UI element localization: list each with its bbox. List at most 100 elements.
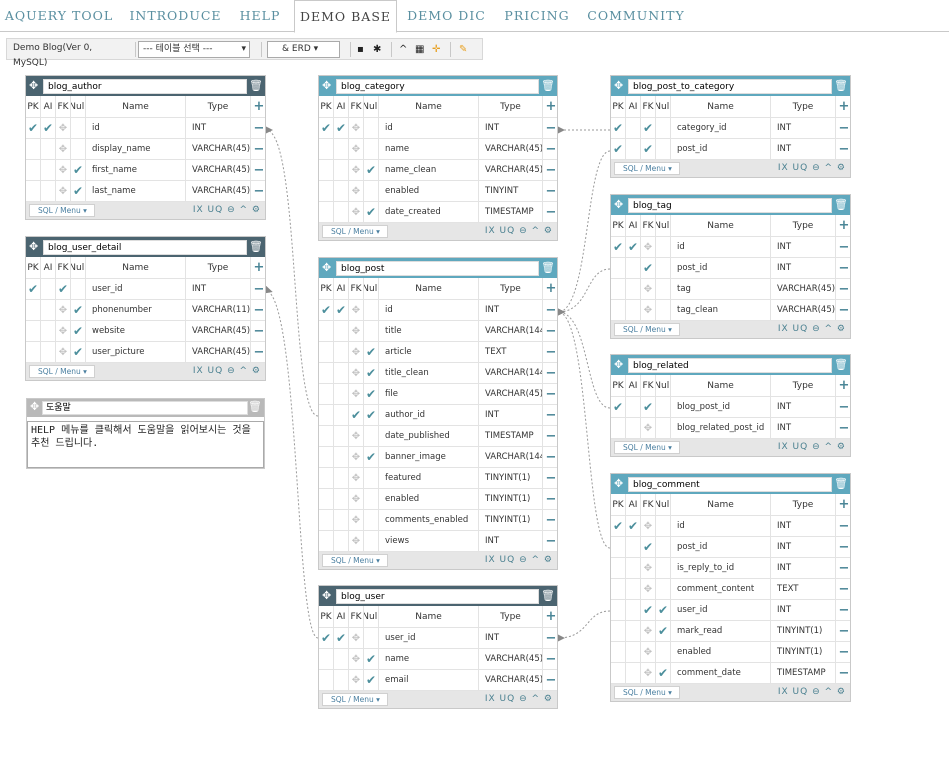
unique-icon[interactable]: UQ [208,366,224,376]
column-type[interactable]: VARCHAR(45) [479,139,543,159]
remove-column-icon[interactable]: − [836,139,852,159]
gear-icon[interactable]: ⚙ [837,324,846,334]
collapse-icon[interactable]: ^ [532,226,541,236]
primary-key-toggle[interactable] [611,663,626,683]
gear-icon[interactable]: ⚙ [544,226,553,236]
add-column-icon[interactable]: + [836,494,852,515]
sql-menu-button[interactable]: SQL / Menu ▾ [29,365,95,378]
index-icon[interactable]: IX [193,205,204,215]
foreign-key-toggle[interactable]: ✥ [56,181,71,201]
column-type[interactable]: VARCHAR(45) [479,649,543,669]
gear-icon[interactable]: ⚙ [252,205,261,215]
unique-icon[interactable]: UQ [793,324,809,334]
auto-increment-toggle[interactable] [334,510,349,530]
primary-key-toggle[interactable] [319,202,334,222]
primary-key-toggle[interactable] [26,160,41,180]
primary-key-toggle[interactable]: ✔ [26,279,41,299]
sql-menu-button[interactable]: SQL / Menu ▾ [29,204,95,217]
column-name[interactable]: website [86,321,186,341]
primary-key-toggle[interactable] [611,579,626,599]
remove-column-icon[interactable]: − [543,139,559,159]
comment-icon[interactable]: ⊖ [812,687,821,697]
remove-column-icon[interactable]: − [836,118,852,138]
auto-increment-toggle[interactable] [626,258,641,278]
index-icon[interactable]: IX [778,163,789,173]
nullable-toggle[interactable] [656,579,671,599]
table-name-field[interactable]: blog_tag [628,198,832,213]
index-icon[interactable]: IX [485,226,496,236]
remove-column-icon[interactable]: − [543,670,559,690]
table-name-field[interactable]: blog_user [336,589,539,604]
column-type[interactable]: INT [479,628,543,648]
sql-menu-button[interactable]: SQL / Menu ▾ [322,554,388,567]
gear-icon[interactable]: ⚙ [837,687,846,697]
auto-increment-toggle[interactable] [41,321,56,341]
comment-icon[interactable]: ⊖ [519,226,528,236]
remove-column-icon[interactable]: − [836,537,852,557]
foreign-key-toggle[interactable]: ✥ [349,670,364,690]
column-type[interactable]: VARCHAR(45) [186,160,251,180]
column-type[interactable]: VARCHAR(45) [479,670,543,690]
auto-increment-toggle[interactable] [41,342,56,362]
column-name[interactable]: author_id [379,405,479,425]
nullable-toggle[interactable]: ✔ [656,621,671,641]
column-name[interactable]: post_id [671,139,771,159]
remove-column-icon[interactable]: − [251,321,267,341]
foreign-key-toggle[interactable]: ✥ [56,139,71,159]
foreign-key-toggle[interactable]: ✥ [56,342,71,362]
primary-key-toggle[interactable]: ✔ [319,300,334,320]
column-type[interactable]: INT [771,600,836,620]
sql-menu-button[interactable]: SQL / Menu ▾ [614,686,680,699]
nullable-toggle[interactable] [71,139,86,159]
column-type[interactable]: TEXT [771,579,836,599]
auto-increment-toggle[interactable] [334,405,349,425]
foreign-key-toggle[interactable]: ✥ [56,300,71,320]
column-type[interactable]: INT [771,418,836,438]
primary-key-toggle[interactable] [319,649,334,669]
add-column-icon[interactable]: + [251,96,267,117]
remove-column-icon[interactable]: − [836,418,852,438]
primary-key-toggle[interactable] [611,258,626,278]
nullable-toggle[interactable] [656,300,671,320]
column-name[interactable]: date_created [379,202,479,222]
column-type[interactable]: TINYINT(1) [771,621,836,641]
primary-key-toggle[interactable] [611,558,626,578]
auto-increment-toggle[interactable] [41,160,56,180]
column-type[interactable]: INT [479,300,543,320]
comment-icon[interactable]: ⊖ [812,324,821,334]
foreign-key-toggle[interactable]: ✥ [349,160,364,180]
auto-increment-toggle[interactable] [626,118,641,138]
column-type[interactable]: VARCHAR(45) [186,139,251,159]
nullable-toggle[interactable] [364,139,379,159]
auto-increment-toggle[interactable] [334,489,349,509]
column-type[interactable]: VARCHAR(45) [479,160,543,180]
auto-increment-toggle[interactable]: ✔ [626,516,641,536]
table-name-field[interactable]: blog_author [43,79,247,94]
unique-icon[interactable]: UQ [793,442,809,452]
remove-column-icon[interactable]: − [543,342,559,362]
column-name[interactable]: post_id [671,537,771,557]
auto-increment-toggle[interactable] [41,139,56,159]
column-type[interactable]: INT [771,558,836,578]
auto-increment-toggle[interactable]: ✔ [626,237,641,257]
column-type[interactable]: INT [771,237,836,257]
column-type[interactable]: INT [771,139,836,159]
auto-increment-toggle[interactable] [334,321,349,341]
remove-column-icon[interactable]: − [543,363,559,383]
column-type[interactable]: INT [771,516,836,536]
sql-menu-button[interactable]: SQL / Menu ▾ [614,323,680,336]
remove-column-icon[interactable]: − [251,300,267,320]
primary-key-toggle[interactable] [26,321,41,341]
column-name[interactable]: featured [379,468,479,488]
column-name[interactable]: title [379,321,479,341]
foreign-key-toggle[interactable]: ✥ [641,300,656,320]
column-type[interactable]: INT [479,118,543,138]
remove-column-icon[interactable]: − [836,663,852,683]
trash-icon[interactable]: 🗑 [248,400,262,413]
remove-column-icon[interactable]: − [836,558,852,578]
remove-column-icon[interactable]: − [836,237,852,257]
nullable-toggle[interactable]: ✔ [364,342,379,362]
comment-icon[interactable]: ⊖ [812,442,821,452]
primary-key-toggle[interactable]: ✔ [319,118,334,138]
column-type[interactable]: VARCHAR(45) [771,279,836,299]
